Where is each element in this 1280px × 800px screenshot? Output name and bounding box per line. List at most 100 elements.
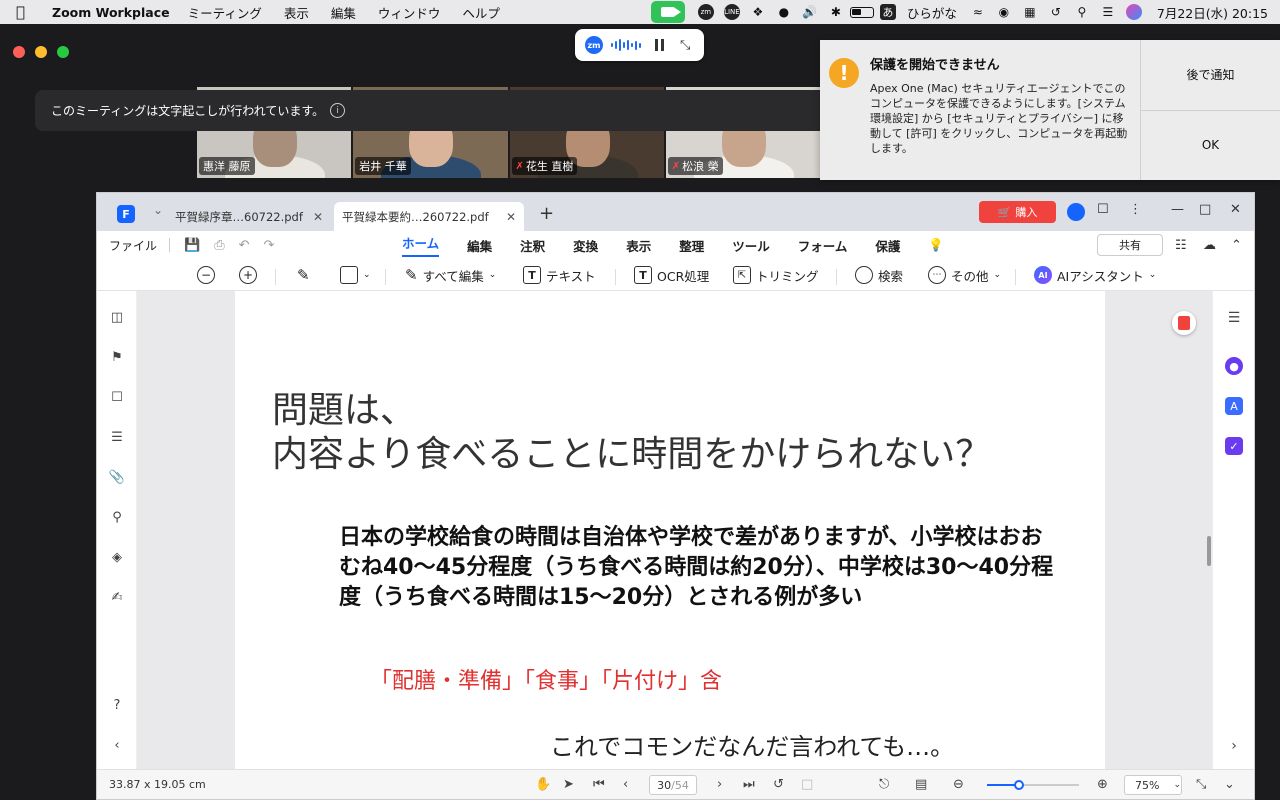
last-page-icon[interactable]: ⏭ <box>743 777 755 792</box>
zoom-in-small-icon[interactable]: ⊕ <box>1097 777 1108 792</box>
close-tab-icon[interactable]: ✕ <box>506 210 516 224</box>
crop-button[interactable]: ⇱ トリミング <box>733 264 819 286</box>
more-vertical-icon[interactable]: ⋮ <box>1129 202 1142 217</box>
tab-organize[interactable]: 整理 <box>679 236 704 255</box>
input-method-icon[interactable]: あ <box>875 0 901 24</box>
apple-icon[interactable]:  <box>16 0 38 24</box>
tab-convert[interactable]: 変換 <box>573 236 598 255</box>
zoom-video-status-icon[interactable] <box>650 1 685 23</box>
rotate-icon[interactable]: ↺ <box>773 777 784 792</box>
app-logo-icon[interactable]: F <box>117 205 135 223</box>
new-tab-icon[interactable]: + <box>539 203 554 224</box>
page-layout-icon[interactable]: ▤ <box>915 777 927 792</box>
input-method-label[interactable]: ひらがな <box>907 3 957 22</box>
redo-icon[interactable]: ↷ <box>264 238 275 253</box>
window-close-button[interactable] <box>13 46 25 58</box>
control-center-icon[interactable]: ☰ <box>1095 0 1121 24</box>
close-tab-icon[interactable]: ✕ <box>313 210 323 224</box>
properties-sliders-icon[interactable]: ☰ <box>1225 309 1243 327</box>
comment-icon[interactable]: ☐ <box>109 389 125 405</box>
window-zoom-button[interactable] <box>57 46 69 58</box>
prev-page-icon[interactable]: ‹ <box>623 777 628 792</box>
zoom-menubar-icon[interactable]: zm <box>693 0 719 24</box>
menu-meeting[interactable]: ミーティング <box>188 3 262 22</box>
pdf-page[interactable]: 問題は、 内容より食べることに時間をかけられない？ 日本の学校給食の時間は自治体… <box>235 291 1105 771</box>
account-avatar[interactable] <box>1067 203 1085 221</box>
tweetbot-icon[interactable]: ● <box>771 0 797 24</box>
page-number-input[interactable]: 30 /54 <box>649 775 697 795</box>
collapse-ribbon-icon[interactable]: ⌃ <box>1231 238 1242 253</box>
remind-later-button[interactable]: 後で通知 <box>1141 40 1280 110</box>
scroll-mode-icon[interactable]: ⌄ <box>1224 777 1235 792</box>
tab-home[interactable]: ホーム <box>402 233 440 257</box>
undo-icon[interactable]: ↶ <box>239 238 250 253</box>
tab-edit[interactable]: 編集 <box>467 236 492 255</box>
siri-icon[interactable] <box>1121 0 1147 24</box>
fullscreen-icon[interactable]: ⤡ <box>1196 777 1206 792</box>
collapse-right-icon[interactable]: › <box>1225 737 1243 755</box>
feedback-icon[interactable]: ☐ <box>1097 202 1109 217</box>
keyboard-icon[interactable]: ▦ <box>1017 0 1043 24</box>
search-button[interactable]: 検索 <box>855 264 903 286</box>
layers-icon[interactable]: ◈ <box>109 549 125 565</box>
next-page-icon[interactable]: › <box>717 777 722 792</box>
user-icon[interactable]: ◉ <box>991 0 1017 24</box>
print-icon[interactable]: ⎙ <box>214 238 224 253</box>
volume-icon[interactable]: 🔊 <box>797 0 823 24</box>
buy-button[interactable]: 🛒 購入 <box>979 201 1056 223</box>
menu-window[interactable]: ウィンドウ <box>378 3 441 22</box>
wifi-icon[interactable]: ≈ <box>965 0 991 24</box>
page-thumbnail-icon[interactable]: ◫ <box>109 309 125 325</box>
menubar-clock[interactable]: 7月22日(水) 20:15 <box>1157 3 1268 22</box>
vertical-scrollbar[interactable] <box>1207 536 1211 566</box>
tab-document-1[interactable]: 平賀緑序章…60722.pdf ✕ <box>167 202 331 231</box>
battery-icon[interactable] <box>849 0 875 24</box>
file-menu[interactable]: ファイル <box>109 237 157 254</box>
zoom-in-button[interactable]: + <box>239 264 257 286</box>
line-icon[interactable]: LINE <box>719 0 745 24</box>
zoom-slider-handle[interactable] <box>1014 780 1025 790</box>
add-text-button[interactable]: T テキスト <box>523 264 596 286</box>
workflow-icon[interactable]: ☷ <box>1175 238 1187 253</box>
lightbulb-icon[interactable]: 💡 <box>928 237 944 253</box>
pdf-convert-icon[interactable] <box>1172 311 1196 335</box>
ocr-button[interactable]: T OCR処理 <box>634 264 709 286</box>
tab-protect[interactable]: 保護 <box>875 236 900 255</box>
ok-button[interactable]: OK <box>1141 109 1280 181</box>
search-icon[interactable]: ⚲ <box>109 509 125 525</box>
tab-view[interactable]: 表示 <box>626 236 651 255</box>
shape-button[interactable]: ⌄ <box>340 264 371 286</box>
edit-all-button[interactable]: ✎ すべて編集 ⌄ <box>405 264 496 286</box>
spotlight-icon[interactable]: ⚲ <box>1069 0 1095 24</box>
menu-edit[interactable]: 編集 <box>331 3 356 22</box>
tab-tools[interactable]: ツール <box>732 236 770 255</box>
info-icon[interactable]: i <box>330 103 346 118</box>
tab-forms[interactable]: フォーム <box>798 236 848 255</box>
time-machine-icon[interactable]: ↺ <box>1043 0 1069 24</box>
layers-list-icon[interactable]: ☰ <box>109 429 125 445</box>
pause-icon[interactable] <box>655 39 664 51</box>
hand-tool-icon[interactable]: ✋ <box>535 777 551 792</box>
bluetooth-icon[interactable]: ✱ <box>823 0 849 24</box>
fit-mode-icon[interactable]: ⎋ <box>879 777 889 792</box>
zoom-out-button[interactable]: − <box>197 264 215 286</box>
highlight-button[interactable]: ✎ <box>297 264 310 286</box>
more-tools-button[interactable]: ⋯ その他 ⌄ <box>928 264 1001 286</box>
select-tool-icon[interactable]: ➤ <box>563 777 574 792</box>
dropbox-icon[interactable]: ❖ <box>745 0 771 24</box>
expand-icon[interactable]: ⤡ <box>680 38 690 53</box>
first-page-icon[interactable]: ⏮ <box>593 777 605 792</box>
menubar-app-name[interactable]: Zoom Workplace <box>52 5 170 20</box>
collapse-left-icon[interactable]: ‹ <box>109 737 125 753</box>
tab-list-chevron-icon[interactable]: ⌄ <box>153 203 163 217</box>
share-button[interactable]: 共有 <box>1097 234 1163 256</box>
menu-help[interactable]: ヘルプ <box>462 3 500 22</box>
window-minimize-button[interactable] <box>35 46 47 58</box>
translate-icon[interactable]: A <box>1225 397 1243 415</box>
attachment-icon[interactable]: 📎 <box>109 469 125 485</box>
signature-icon[interactable]: ✍ <box>109 589 125 605</box>
zoom-slider[interactable] <box>987 780 1079 790</box>
menu-view[interactable]: 表示 <box>284 3 309 22</box>
help-icon[interactable]: ? <box>109 697 125 713</box>
zoom-level-select[interactable]: 75% ⌄ <box>1124 775 1182 795</box>
